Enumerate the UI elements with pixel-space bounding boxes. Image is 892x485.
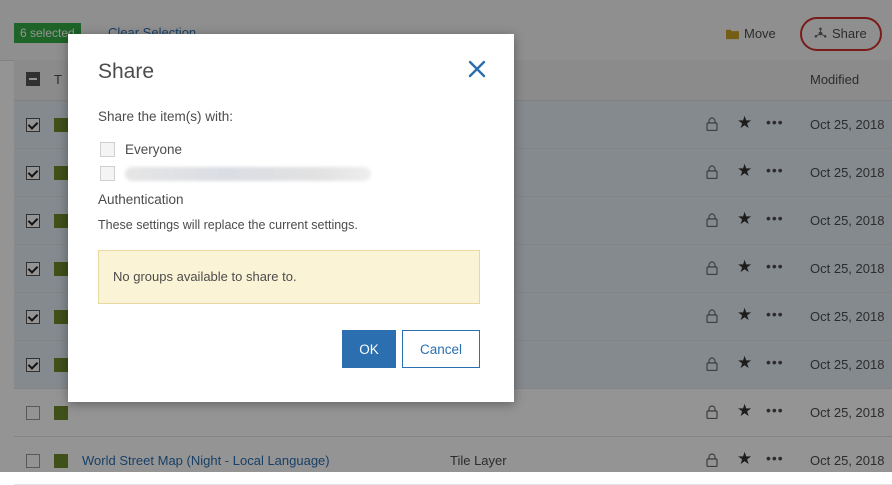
close-icon xyxy=(468,60,486,78)
dialog-title: Share xyxy=(98,60,155,83)
organization-checkbox[interactable] xyxy=(100,166,115,181)
everyone-checkbox[interactable] xyxy=(100,142,115,157)
everyone-label: Everyone xyxy=(125,142,183,157)
authentication-label: Authentication xyxy=(98,192,184,207)
everyone-option[interactable]: Everyone xyxy=(100,142,182,157)
settings-note: These settings will replace the current … xyxy=(98,218,358,232)
ok-button[interactable]: OK xyxy=(342,330,396,368)
share-dialog: Share Share the item(s) with: Everyone A… xyxy=(68,34,514,402)
share-with-label: Share the item(s) with: xyxy=(98,109,234,124)
organization-name-redacted xyxy=(125,166,371,181)
no-groups-notice: No groups available to share to. xyxy=(98,250,480,304)
close-button[interactable] xyxy=(466,58,488,80)
organization-option[interactable] xyxy=(100,166,371,181)
cancel-button[interactable]: Cancel xyxy=(402,330,480,368)
